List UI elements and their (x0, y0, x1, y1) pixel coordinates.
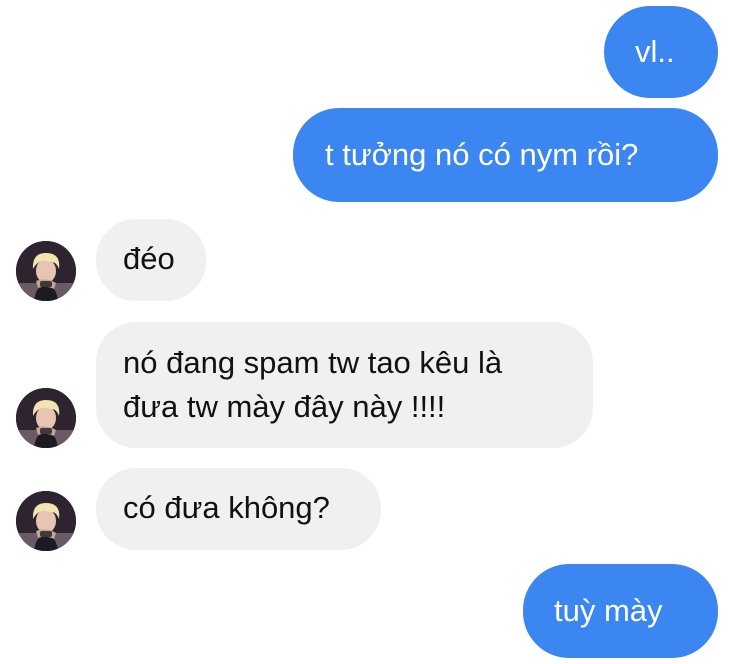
incoming-message[interactable]: nó đang spam tw tao kêu là đưa tw mày đâ… (96, 322, 593, 448)
contact-avatar[interactable] (16, 241, 76, 301)
message-text: đéo (123, 241, 175, 276)
incoming-message[interactable]: đéo (96, 219, 206, 301)
blond-person-avatar-icon (16, 491, 76, 551)
message-text-line: đưa tw mày đây này !!!! (123, 389, 446, 424)
blond-person-avatar-icon (16, 241, 76, 301)
contact-avatar[interactable] (16, 491, 76, 551)
contact-avatar[interactable] (16, 388, 76, 448)
incoming-message[interactable]: có đưa không? (96, 468, 381, 550)
message-text: t tưởng nó có nym rồi? (325, 137, 639, 172)
message-text: tuỳ mày (554, 593, 663, 628)
message-text-line: nó đang spam tw tao kêu là (123, 345, 503, 380)
outgoing-message[interactable]: vl.. (604, 6, 718, 98)
outgoing-message[interactable]: t tưởng nó có nym rồi? (293, 108, 718, 202)
message-thread: vl.. t tưởng nó có nym rồi? đéo nó đang … (0, 0, 750, 664)
outgoing-message[interactable]: tuỳ mày (523, 564, 718, 658)
message-text: có đưa không? (123, 490, 330, 525)
blond-person-avatar-icon (16, 388, 76, 448)
message-text: vl.. (635, 34, 675, 69)
